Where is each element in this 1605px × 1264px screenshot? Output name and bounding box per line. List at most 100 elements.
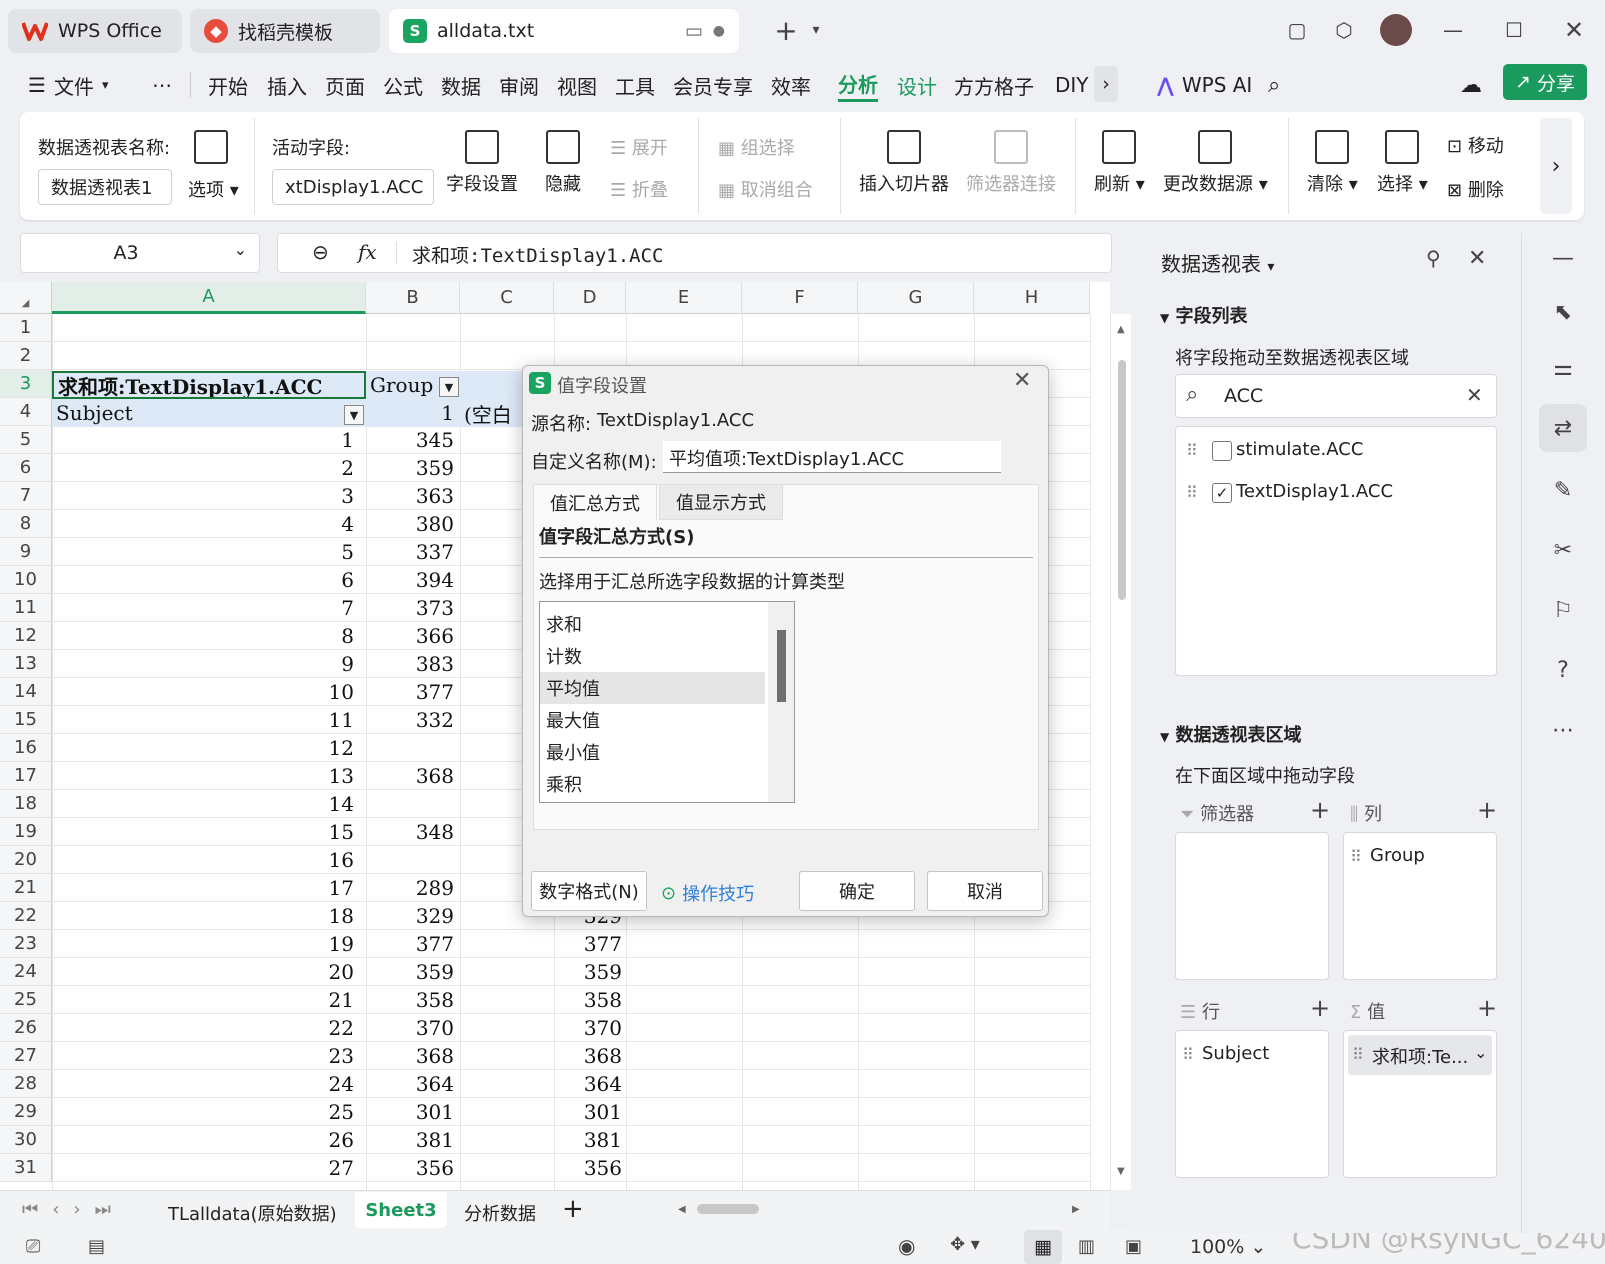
list-item-product[interactable]: 乘积: [540, 768, 765, 800]
row-header[interactable]: 19: [0, 818, 52, 846]
field-search-box[interactable]: ⌕ ACC ✕: [1175, 374, 1497, 418]
pivot-value-cell[interactable]: 345: [366, 426, 454, 454]
minimize-icon[interactable]: —: [1437, 14, 1469, 46]
tab-alldata[interactable]: S alldata.txt ▭ ●: [389, 9, 739, 53]
pivot-row-label[interactable]: 18: [52, 902, 354, 930]
row-header[interactable]: 14: [0, 678, 52, 706]
cell-a4[interactable]: Subject: [56, 399, 336, 427]
tab-wps-office[interactable]: WPS Office: [8, 9, 182, 53]
add-filter-plus-icon[interactable]: +: [1310, 796, 1330, 824]
column-header-g[interactable]: G: [858, 282, 974, 314]
pivot-row-label[interactable]: 21: [52, 986, 354, 1014]
scroll-thumb[interactable]: [1118, 360, 1126, 600]
row-header[interactable]: 12: [0, 622, 52, 650]
sliders-icon[interactable]: ⚌: [1543, 348, 1583, 388]
cancel-button[interactable]: 取消: [927, 871, 1043, 911]
pivot-total-cell[interactable]: 370: [554, 1014, 622, 1042]
pivot-row-label[interactable]: 16: [52, 846, 354, 874]
normal-view-icon[interactable]: ▦: [1024, 1230, 1062, 1264]
pivot-row-label[interactable]: 5: [52, 538, 354, 566]
pivot-value-cell[interactable]: 289: [366, 874, 454, 902]
column-header-e[interactable]: E: [626, 282, 742, 314]
row-header[interactable]: 28: [0, 1070, 52, 1098]
menu-data[interactable]: 数据: [441, 68, 481, 102]
name-box[interactable]: A3 ⌄: [20, 233, 260, 273]
pivot-total-cell[interactable]: 301: [554, 1098, 622, 1126]
group-filter-dropdown-icon[interactable]: ▼: [439, 377, 459, 397]
pivot-row-label[interactable]: 4: [52, 510, 354, 538]
clear-button[interactable]: 清除 ▾: [1307, 130, 1358, 196]
tools-icon[interactable]: ✂: [1543, 530, 1583, 570]
row-header[interactable]: 17: [0, 762, 52, 790]
horizontal-scroll-thumb[interactable]: [697, 1204, 759, 1214]
list-item-count[interactable]: 计数: [540, 640, 765, 672]
menu-ffgz[interactable]: 方方格子: [954, 68, 1034, 102]
cloud-upload-icon[interactable]: ☁: [1460, 68, 1482, 102]
page-break-view-icon[interactable]: ▥: [1078, 1236, 1095, 1257]
more-menu[interactable]: ⋯: [152, 68, 172, 102]
row-header[interactable]: 22: [0, 902, 52, 930]
custom-name-input[interactable]: 平均值项:TextDisplay1.ACC: [663, 441, 1001, 473]
column-header-d[interactable]: D: [554, 282, 626, 314]
row-header[interactable]: 24: [0, 958, 52, 986]
help-icon[interactable]: ?: [1543, 650, 1583, 690]
menu-diy[interactable]: DIY: [1055, 68, 1095, 102]
menu-view[interactable]: 视图: [557, 68, 597, 102]
menu-start[interactable]: 开始: [208, 68, 248, 102]
reading-view-icon[interactable]: ▣: [1125, 1236, 1142, 1257]
ungroup-button[interactable]: ▦ 取消组合: [718, 176, 813, 202]
pivot-row-label[interactable]: 7: [52, 594, 354, 622]
file-menu[interactable]: ☰ 文件 ▾: [28, 68, 108, 102]
share-button[interactable]: ↗ 分享: [1503, 64, 1587, 100]
refresh-button[interactable]: 刷新 ▾: [1094, 130, 1145, 196]
pivot-row-label[interactable]: 25: [52, 1098, 354, 1126]
pivot-value-cell[interactable]: 359: [366, 958, 454, 986]
menu-page[interactable]: 页面: [325, 68, 365, 102]
row-header[interactable]: 20: [0, 846, 52, 874]
field-stimulate[interactable]: stimulate.ACC: [1236, 439, 1363, 460]
change-source-button[interactable]: 更改数据源 ▾: [1163, 130, 1268, 196]
pivot-row-label[interactable]: 3: [52, 482, 354, 510]
column-header-c[interactable]: C: [460, 282, 554, 314]
pivot-total-cell[interactable]: 368: [554, 1042, 622, 1070]
pivot-value-cell[interactable]: 377: [366, 678, 454, 706]
cell-c4[interactable]: (空白: [464, 399, 524, 427]
checkbox-stimulate[interactable]: [1212, 441, 1232, 461]
row-header[interactable]: 16: [0, 734, 52, 762]
hscroll-left-icon[interactable]: ◀: [678, 1204, 686, 1215]
row-header[interactable]: 3: [0, 370, 52, 398]
pivot-row-label[interactable]: 6: [52, 566, 354, 594]
sheet-tab-analysis[interactable]: 分析数据: [464, 1200, 536, 1226]
row-header[interactable]: 30: [0, 1126, 52, 1154]
row-header[interactable]: 31: [0, 1154, 52, 1182]
options-icon[interactable]: [194, 130, 228, 164]
row-drop-area[interactable]: ⠿ Subject: [1175, 1030, 1329, 1178]
pivot-area-heading[interactable]: ▼ 数据透视表区域: [1160, 721, 1302, 747]
tab-summarize-by[interactable]: 值汇总方式: [533, 484, 657, 520]
cube-icon[interactable]: ⬡: [1328, 14, 1360, 46]
active-field-input[interactable]: xtDisplay1.ACC: [272, 169, 434, 205]
close-window-icon[interactable]: ✕: [1558, 14, 1590, 46]
row-header[interactable]: 11: [0, 594, 52, 622]
list-item-sum[interactable]: 求和: [540, 608, 765, 640]
cell-a3[interactable]: 求和项:TextDisplay1.ACC: [52, 371, 366, 399]
column-drop-area[interactable]: ⠿ Group: [1343, 832, 1497, 980]
column-field-group[interactable]: Group: [1370, 845, 1425, 866]
hscroll-right-icon[interactable]: ▶: [1072, 1204, 1080, 1215]
clear-search-icon[interactable]: ✕: [1466, 383, 1483, 407]
pivot-value-cell[interactable]: 358: [366, 986, 454, 1014]
more-icon[interactable]: ⋯: [1543, 710, 1583, 750]
field-search-input[interactable]: ACC: [1224, 385, 1263, 407]
pivot-value-cell[interactable]: 380: [366, 510, 454, 538]
scroll-up-icon[interactable]: ▲: [1117, 324, 1125, 335]
pivot-value-cell[interactable]: 394: [366, 566, 454, 594]
scroll-down-icon[interactable]: ▼: [1117, 1166, 1125, 1177]
pivot-value-cell[interactable]: 363: [366, 482, 454, 510]
pivot-total-cell[interactable]: 381: [554, 1126, 622, 1154]
pivot-value-cell[interactable]: 356: [366, 1154, 454, 1182]
column-header-b[interactable]: B: [366, 282, 460, 314]
collapse-button[interactable]: ☰ 折叠: [610, 176, 668, 202]
vertical-scrollbar[interactable]: ▲ ▼: [1110, 314, 1132, 1190]
pivot-value-cell[interactable]: 368: [366, 762, 454, 790]
row-header[interactable]: 29: [0, 1098, 52, 1126]
